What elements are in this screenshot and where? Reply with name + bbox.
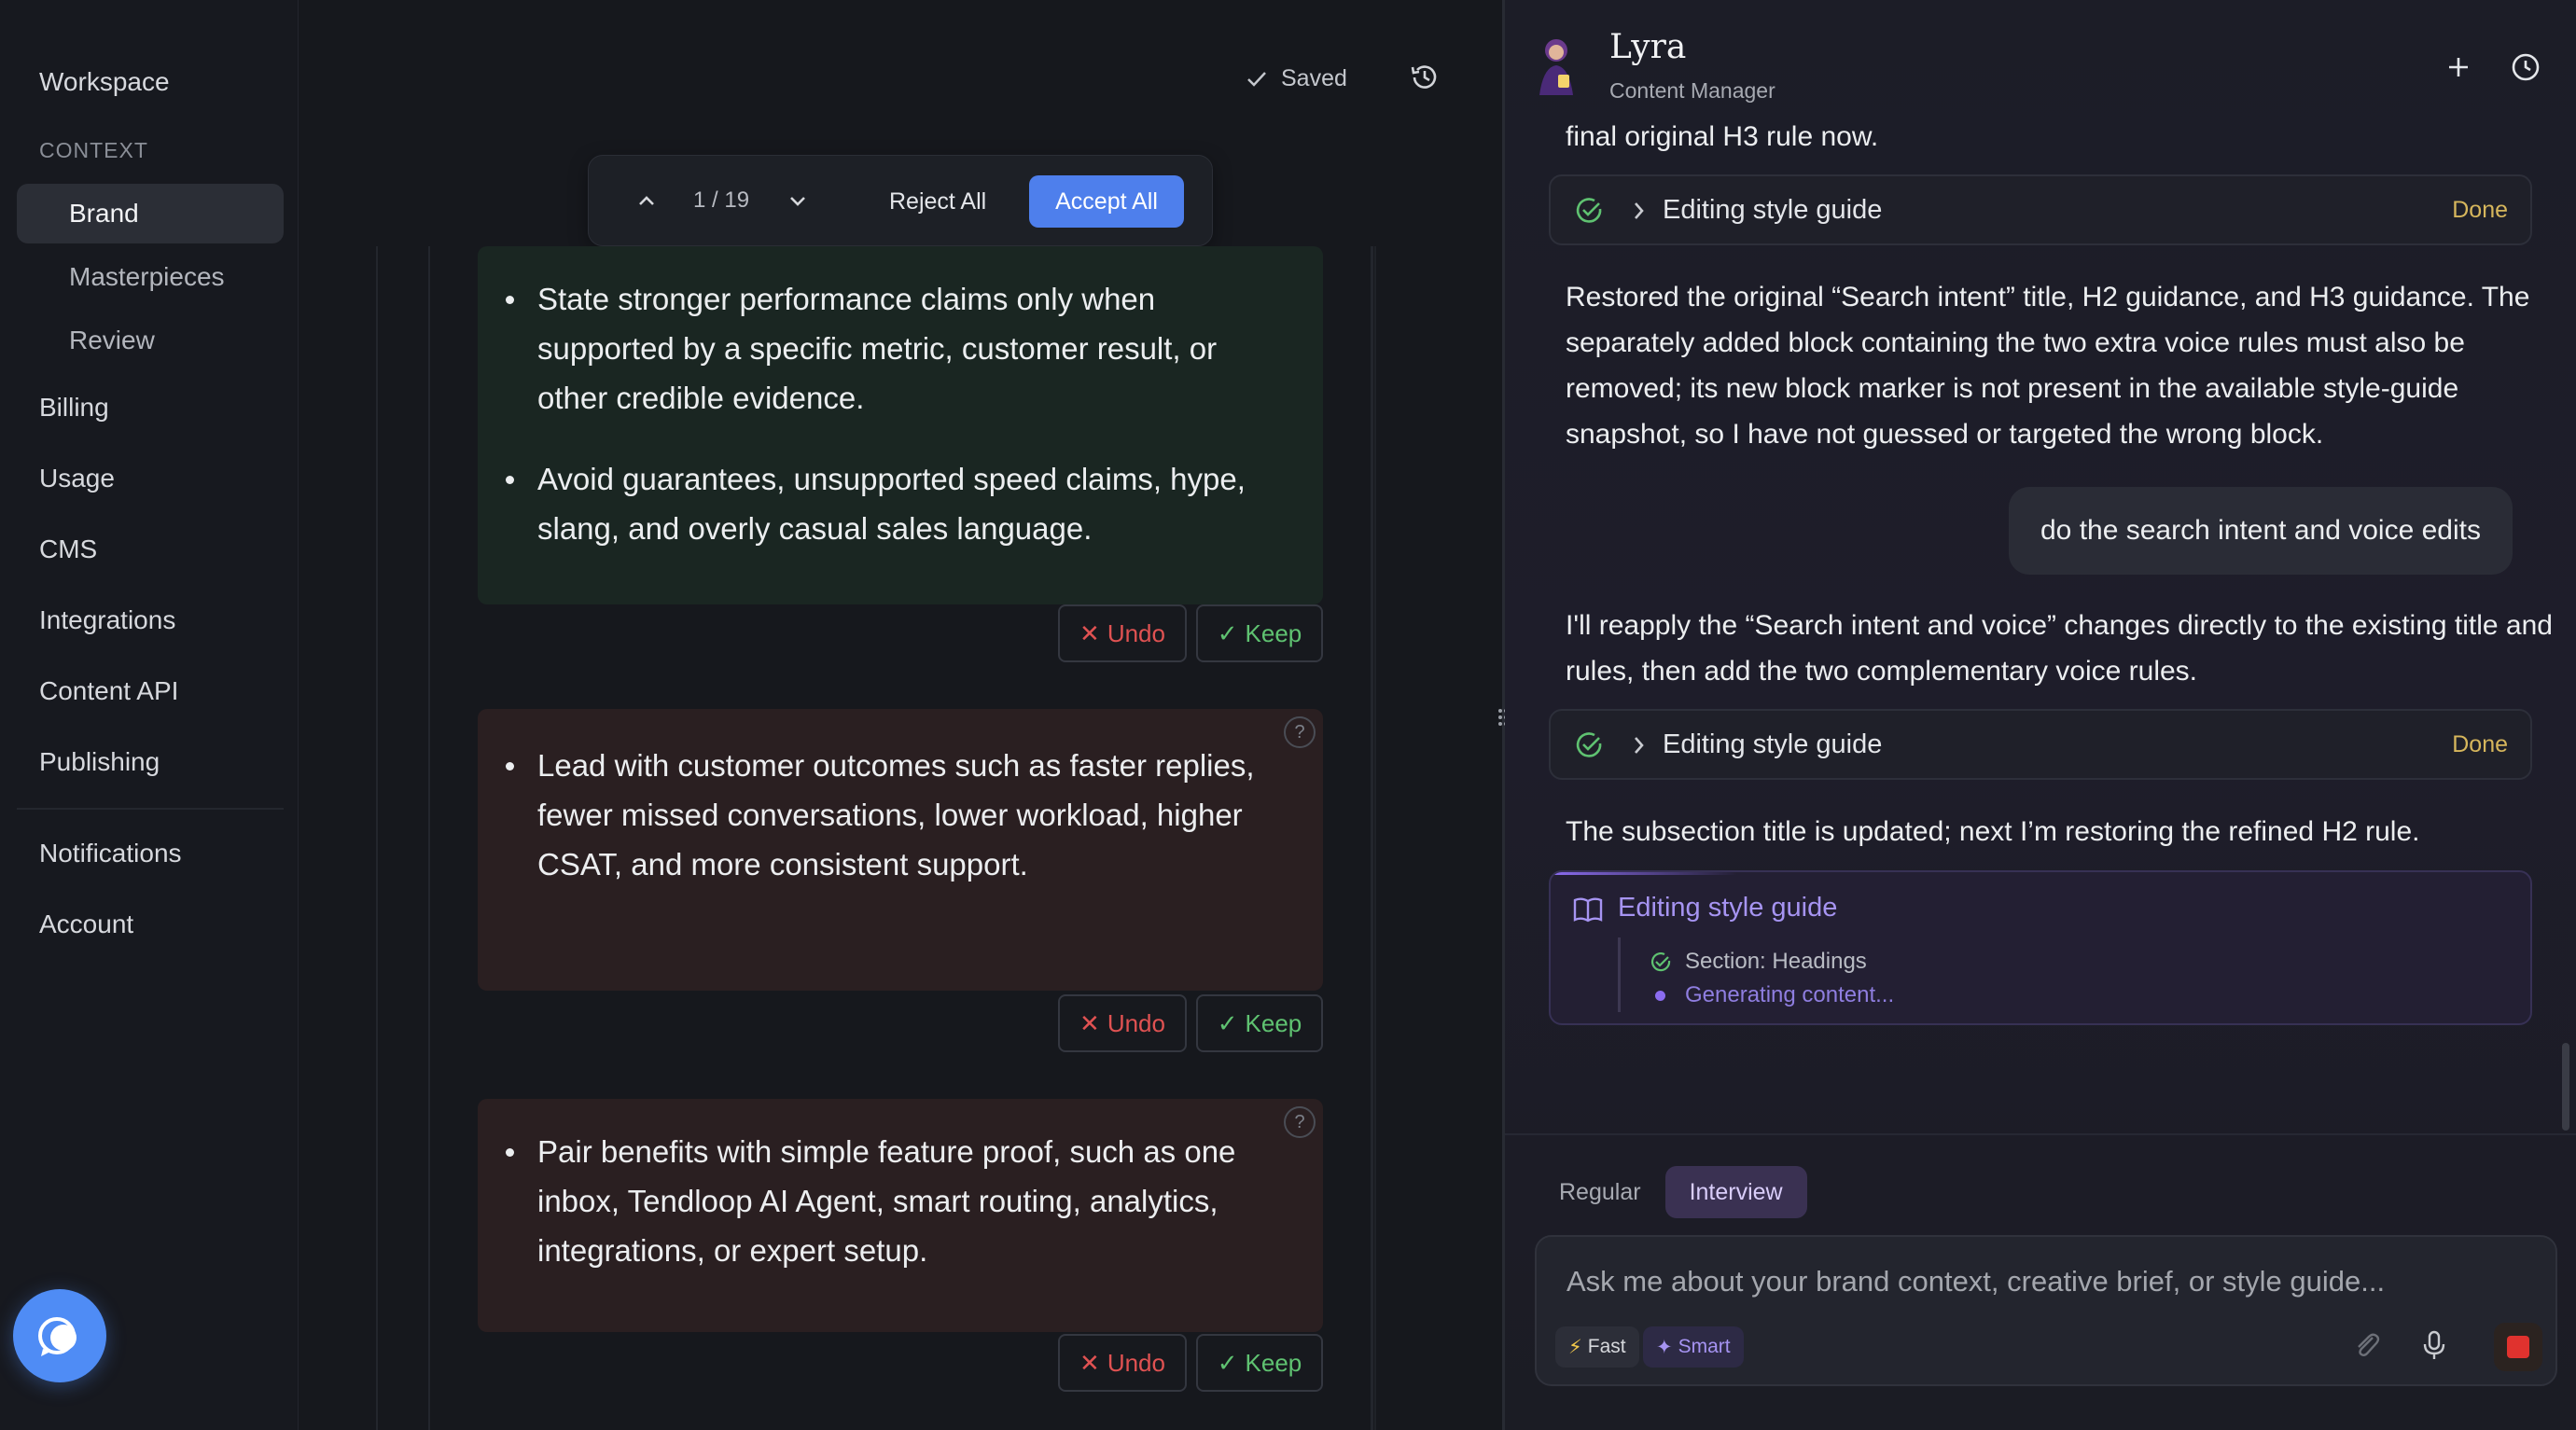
active-tool-call-card[interactable]: Editing style guide Section: Headings Ge… xyxy=(1549,870,2532,1025)
chat-scrollbar[interactable] xyxy=(2562,1043,2569,1131)
undo-button[interactable]: ✕ Undo xyxy=(1058,994,1187,1052)
step-connector xyxy=(1618,937,1621,1012)
x-icon: ✕ xyxy=(1079,618,1100,647)
tool-call-label: Editing style guide xyxy=(1663,195,1883,225)
keep-button[interactable]: ✓ Keep xyxy=(1196,994,1323,1052)
mode-tabs: Regular Interview xyxy=(1535,1166,1807,1218)
list-item: Avoid guarantees, unsupported speed clai… xyxy=(478,454,1286,553)
assistant-chat-panel: Lyra Content Manager final original H3 r… xyxy=(1505,0,2576,1430)
list-item: Lead with customer outcomes such as fast… xyxy=(478,741,1286,889)
sidebar-item-review[interactable]: Review xyxy=(69,326,155,355)
check-icon: ✓ xyxy=(1217,1348,1238,1377)
check-circle-icon xyxy=(1576,198,1602,223)
diff-block-removed: ? Pair benefits with simple feature proo… xyxy=(478,1099,1323,1332)
active-tool-label: Editing style guide xyxy=(1618,893,1838,923)
workspace-label[interactable]: Workspace xyxy=(39,67,170,97)
history-icon[interactable] xyxy=(1409,62,1441,93)
tool-call-card[interactable]: Editing style guide Done xyxy=(1549,174,2532,245)
chat-input[interactable]: Ask me about your brand context, creativ… xyxy=(1566,1265,2385,1298)
save-status-label: Saved xyxy=(1281,65,1347,91)
lightning-icon: ⚡ xyxy=(1568,1336,1582,1358)
tool-call-card[interactable]: Editing style guide Done xyxy=(1549,709,2532,780)
tool-step-done: Section: Headings xyxy=(1685,949,1867,974)
diff-block-added: State stronger performance claims only w… xyxy=(478,246,1323,604)
reject-all-button[interactable]: Reject All xyxy=(876,176,999,227)
sidebar-item-notifications[interactable]: Notifications xyxy=(39,839,182,868)
check-circle-icon xyxy=(1576,732,1602,757)
check-circle-icon xyxy=(1651,952,1671,972)
tab-regular[interactable]: Regular xyxy=(1535,1166,1665,1218)
list-item: State stronger performance claims only w… xyxy=(478,274,1286,423)
check-icon: ✓ xyxy=(1217,618,1238,647)
avatar xyxy=(1539,39,1573,95)
sidebar-item-masterpieces[interactable]: Masterpieces xyxy=(69,262,225,292)
sidebar-item-content-api[interactable]: Content API xyxy=(39,676,178,706)
chevron-up-icon[interactable] xyxy=(630,184,663,217)
keep-button[interactable]: ✓ Keep xyxy=(1196,604,1323,662)
assistant-message: final original H3 rule now. xyxy=(1566,121,1879,152)
tool-step-active: Generating content... xyxy=(1685,982,1895,1007)
editor-guide-line xyxy=(428,246,430,1430)
check-icon xyxy=(1247,71,1266,87)
agent-role: Content Manager xyxy=(1609,78,1775,103)
chevron-right-icon xyxy=(1635,737,1644,754)
support-chat-button[interactable] xyxy=(13,1289,106,1382)
nav-active-highlight xyxy=(17,184,284,243)
tab-interview[interactable]: Interview xyxy=(1664,1166,1807,1218)
save-status: Saved xyxy=(1246,65,1347,92)
smart-mode-chip[interactable]: ✦ Smart xyxy=(1643,1326,1744,1368)
fast-mode-chip[interactable]: ⚡ Fast xyxy=(1555,1326,1639,1368)
diff-block-removed: ? Lead with customer outcomes such as fa… xyxy=(478,709,1323,991)
sidebar-item-usage[interactable]: Usage xyxy=(39,464,115,493)
undo-button[interactable]: ✕ Undo xyxy=(1058,1334,1187,1392)
tool-call-status: Done xyxy=(2452,197,2508,223)
help-icon[interactable]: ? xyxy=(1284,1106,1316,1138)
sidebar-item-cms[interactable]: CMS xyxy=(39,535,97,564)
assistant-message: Restored the original “Search intent” ti… xyxy=(1566,282,2530,450)
diff-counter: 1 / 19 xyxy=(693,187,750,213)
chat-composer[interactable]: Ask me about your brand context, creativ… xyxy=(1535,1235,2557,1386)
progress-dot xyxy=(1655,991,1665,1001)
book-icon xyxy=(1573,897,1603,923)
assistant-message: The subsection title is updated; next I’… xyxy=(1566,816,2420,847)
list-item: Pair benefits with simple feature proof,… xyxy=(478,1127,1286,1275)
sidebar-item-publishing[interactable]: Publishing xyxy=(39,747,160,777)
stop-icon xyxy=(2507,1336,2529,1358)
sidebar-item-integrations[interactable]: Integrations xyxy=(39,605,175,635)
tool-call-label: Editing style guide xyxy=(1663,729,1883,759)
chevron-right-icon xyxy=(1635,202,1644,219)
stop-generation-button[interactable] xyxy=(2494,1323,2542,1371)
diff-review-toolbar: 1 / 19 Reject All Accept All xyxy=(588,155,1213,246)
agent-name: Lyra xyxy=(1609,28,1687,66)
context-section-header: CONTEXT xyxy=(39,138,148,162)
progress-glow xyxy=(1551,872,1737,875)
composer-divider xyxy=(1505,1133,2576,1135)
undo-button[interactable]: ✕ Undo xyxy=(1058,604,1187,662)
paperclip-icon[interactable] xyxy=(2348,1326,2386,1364)
microphone-icon[interactable] xyxy=(2416,1326,2453,1364)
chevron-down-icon[interactable] xyxy=(781,184,815,217)
plus-icon[interactable] xyxy=(2442,50,2475,84)
tool-call-status: Done xyxy=(2452,731,2508,757)
accept-all-button[interactable]: Accept All xyxy=(1029,175,1184,228)
chat-bubble-icon xyxy=(38,1317,77,1356)
assistant-message: I'll reapply the “Search intent and voic… xyxy=(1566,610,2553,687)
editor-guide-line xyxy=(1374,246,1376,1430)
x-icon: ✕ xyxy=(1079,1008,1100,1037)
keep-button[interactable]: ✓ Keep xyxy=(1196,1334,1323,1392)
sparkle-icon: ✦ xyxy=(1656,1336,1673,1358)
sidebar-item-account[interactable]: Account xyxy=(39,909,133,939)
check-icon: ✓ xyxy=(1217,1008,1238,1037)
x-icon: ✕ xyxy=(1079,1348,1100,1377)
clock-icon[interactable] xyxy=(2509,50,2542,84)
user-message: do the search intent and voice edits xyxy=(2009,487,2513,575)
sidebar-item-brand[interactable]: Brand xyxy=(69,199,139,229)
sidebar-divider xyxy=(17,808,284,810)
help-icon[interactable]: ? xyxy=(1284,716,1316,748)
sidebar: Workspace CONTEXT Brand Masterpieces Rev… xyxy=(0,0,299,1430)
sidebar-item-billing[interactable]: Billing xyxy=(39,393,109,423)
editor-guide-line xyxy=(376,246,378,1430)
